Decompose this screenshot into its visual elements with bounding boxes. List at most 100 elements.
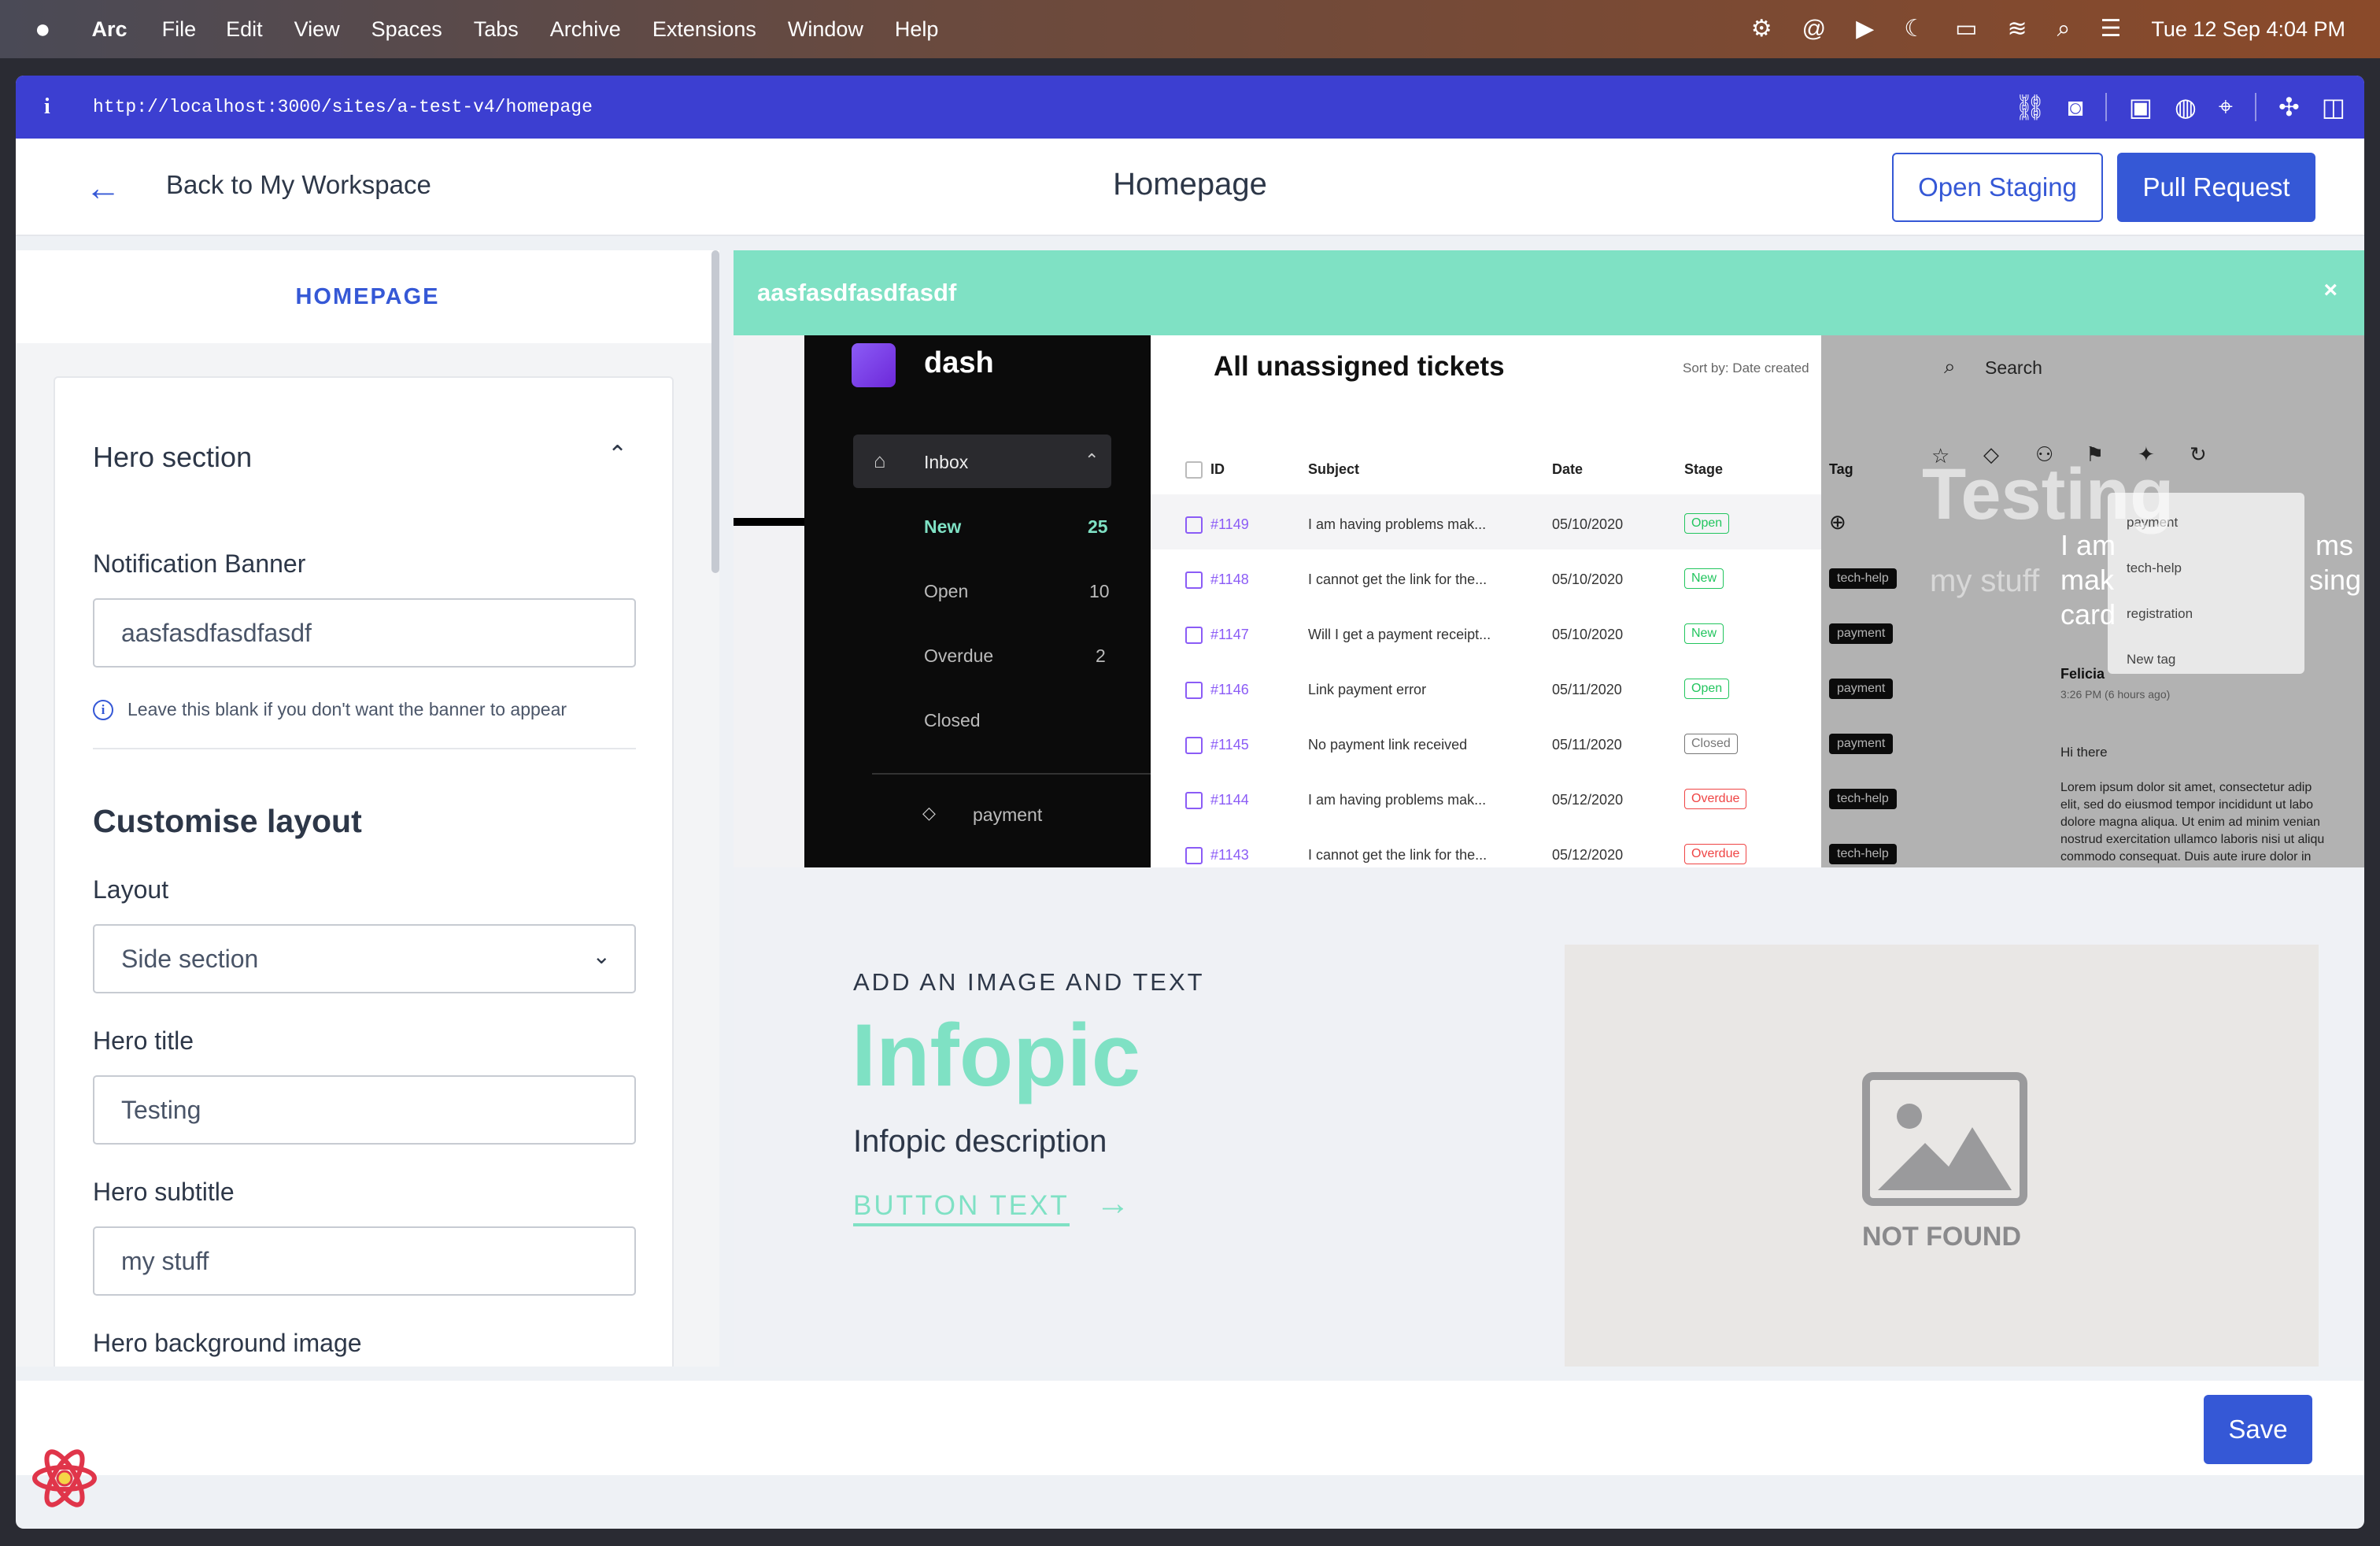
apple-icon[interactable]: ● — [35, 14, 51, 45]
row-stage: New — [1684, 623, 1724, 644]
search-icon[interactable]: ⌕ — [2057, 17, 2071, 41]
info-icon[interactable]: i — [44, 94, 76, 120]
dash-nav-open: Open — [924, 581, 969, 601]
col-date: Date — [1552, 461, 1584, 477]
tag-icon: ◇ — [922, 803, 936, 823]
menu-spaces[interactable]: Spaces — [371, 17, 442, 42]
row-subject: Will I get a payment receipt... — [1308, 627, 1491, 642]
url-text[interactable]: http://localhost:3000/sites/a-test-v4/ho… — [93, 97, 593, 117]
chevron-up-icon[interactable]: ⌃ — [608, 441, 627, 468]
info-description: Infopic description — [853, 1124, 1107, 1159]
row-checkbox[interactable] — [1185, 737, 1203, 754]
react-icon-graphic — [32, 1449, 97, 1507]
toolbar-divider — [2105, 93, 2107, 121]
email-time: 3:26 PM (6 hours ago) — [2060, 688, 2171, 701]
email-body-2: elit, sed do eiusmod tempor incididunt u… — [2060, 798, 2314, 812]
row-date: 05/11/2020 — [1552, 737, 1622, 753]
not-found-text: NOT FOUND — [1861, 1222, 2022, 1252]
row-checkbox[interactable] — [1185, 516, 1203, 534]
notification-banner-input[interactable]: aasfasdfasdfasdf — [93, 598, 636, 668]
open-staging-button[interactable]: Open Staging — [1892, 153, 2103, 222]
hero-overlay: ☆ ◇ ⚇ ⚑ ✦ ↻ payment tech-help registrati… — [1821, 335, 2364, 867]
email-body-1: Lorem ipsum dolor sit amet, consectetur … — [2060, 781, 2312, 794]
image-icon — [1862, 1072, 2027, 1206]
globe-icon[interactable]: ◍ — [2175, 92, 2197, 122]
panel-scrollbar[interactable] — [711, 250, 719, 573]
menubar: ● Arc File Edit View Spaces Tabs Archive… — [0, 0, 2380, 58]
camera-icon[interactable]: ◙ — [2068, 93, 2082, 122]
menu-archive[interactable]: Archive — [550, 17, 621, 42]
banner-text: aasfasdfasdfasdf — [757, 279, 957, 306]
save-button[interactable]: Save — [2204, 1395, 2312, 1464]
row-checkbox[interactable] — [1185, 571, 1203, 589]
col-subject: Subject — [1308, 461, 1360, 477]
arrow-right-icon[interactable]: → — [1096, 1184, 1130, 1223]
menu-help[interactable]: Help — [895, 17, 939, 42]
menu-extensions[interactable]: Extensions — [652, 17, 756, 42]
moon-icon[interactable]: ☾ — [1904, 17, 1925, 41]
hero-subtitle-label: Hero subtitle — [93, 1178, 235, 1206]
row-checkbox[interactable] — [1185, 627, 1203, 644]
battery-icon[interactable]: ▭ — [1955, 17, 1977, 41]
row-id: #1143 — [1210, 847, 1249, 863]
row-id: #1145 — [1210, 737, 1249, 753]
col-stage: Stage — [1684, 461, 1724, 477]
clock[interactable]: Tue 12 Sep 4:04 PM — [2151, 17, 2345, 42]
image-placeholder: NOT FOUND — [1565, 945, 2319, 1367]
back-arrow-icon[interactable]: ← — [85, 164, 121, 211]
terminal-icon[interactable]: ▣ — [2129, 92, 2153, 122]
menu-window[interactable]: Window — [788, 17, 863, 42]
pull-request-button[interactable]: Pull Request — [2117, 153, 2315, 222]
row-stage: Open — [1684, 513, 1730, 534]
row-date: 05/12/2020 — [1552, 847, 1624, 863]
control-center-icon[interactable]: ☰ — [2100, 17, 2121, 41]
row-subject: No payment link received — [1308, 737, 1468, 753]
footer-bar — [16, 1381, 2364, 1475]
wifi-icon[interactable]: ≋ — [2007, 17, 2027, 41]
hero-title: Testing — [1922, 454, 2175, 534]
link-icon[interactable]: ⛓ — [2014, 92, 2046, 122]
col-id: ID — [1210, 461, 1225, 477]
hero-title-input[interactable]: Testing — [93, 1075, 636, 1145]
back-link[interactable]: Back to My Workspace — [166, 170, 431, 200]
crosshair-icon[interactable]: ⌖ — [2219, 92, 2233, 122]
menu-file[interactable]: File — [162, 17, 197, 42]
hero-section-card: Hero section ⌃ Notification Banner aasfa… — [54, 376, 674, 1367]
info-button[interactable]: BUTTON TEXT — [853, 1190, 1070, 1226]
hero-subtitle-input[interactable]: my stuff — [93, 1226, 636, 1296]
hero-section-title[interactable]: Hero section — [93, 441, 252, 474]
row-stage: Open — [1684, 679, 1730, 699]
at-icon[interactable]: @ — [1802, 17, 1826, 41]
menu-app-name[interactable]: Arc — [92, 17, 128, 42]
refresh-icon: ↻ — [2190, 442, 2207, 466]
extensions-icon[interactable]: ✣ — [2278, 92, 2300, 122]
menu-view[interactable]: View — [294, 17, 340, 42]
bell-icon[interactable]: ⚙ — [1751, 17, 1772, 41]
row-checkbox[interactable] — [1185, 847, 1203, 864]
help-text-label: Leave this blank if you don't want the b… — [128, 699, 567, 719]
sidebar-icon[interactable]: ◫ — [2322, 92, 2345, 122]
row-checkbox[interactable] — [1185, 682, 1203, 699]
dash-nav-inbox: Inbox — [924, 452, 969, 472]
header-checkbox — [1185, 461, 1203, 479]
layout-label: Layout — [93, 875, 169, 904]
react-devtools-icon[interactable] — [31, 1445, 98, 1511]
row-date: 05/10/2020 — [1552, 516, 1624, 532]
image-icon-graphic — [1878, 1104, 2012, 1190]
panel-tab-homepage[interactable]: HOMEPAGE — [16, 250, 719, 343]
email-greeting: Hi there — [2060, 745, 2108, 760]
row-id: #1144 — [1210, 792, 1249, 808]
help-text: i Leave this blank if you don't want the… — [93, 699, 567, 720]
dash-nav-overdue: Overdue — [924, 645, 994, 666]
row-checkbox[interactable] — [1185, 792, 1203, 809]
menu-tabs[interactable]: Tabs — [474, 17, 519, 42]
ticket-list-title: All unassigned tickets — [1214, 351, 1505, 382]
close-icon[interactable]: × — [2323, 277, 2338, 304]
menu-edit[interactable]: Edit — [226, 17, 263, 42]
row-stage: Closed — [1684, 734, 1738, 754]
tag-menu-registration: registration — [2127, 606, 2193, 621]
hero-title-label: Hero title — [93, 1026, 194, 1055]
layout-select-value: Side section — [121, 944, 259, 973]
play-icon[interactable]: ▶ — [1856, 17, 1874, 41]
layout-select[interactable]: Side section ⌄ — [93, 924, 636, 993]
